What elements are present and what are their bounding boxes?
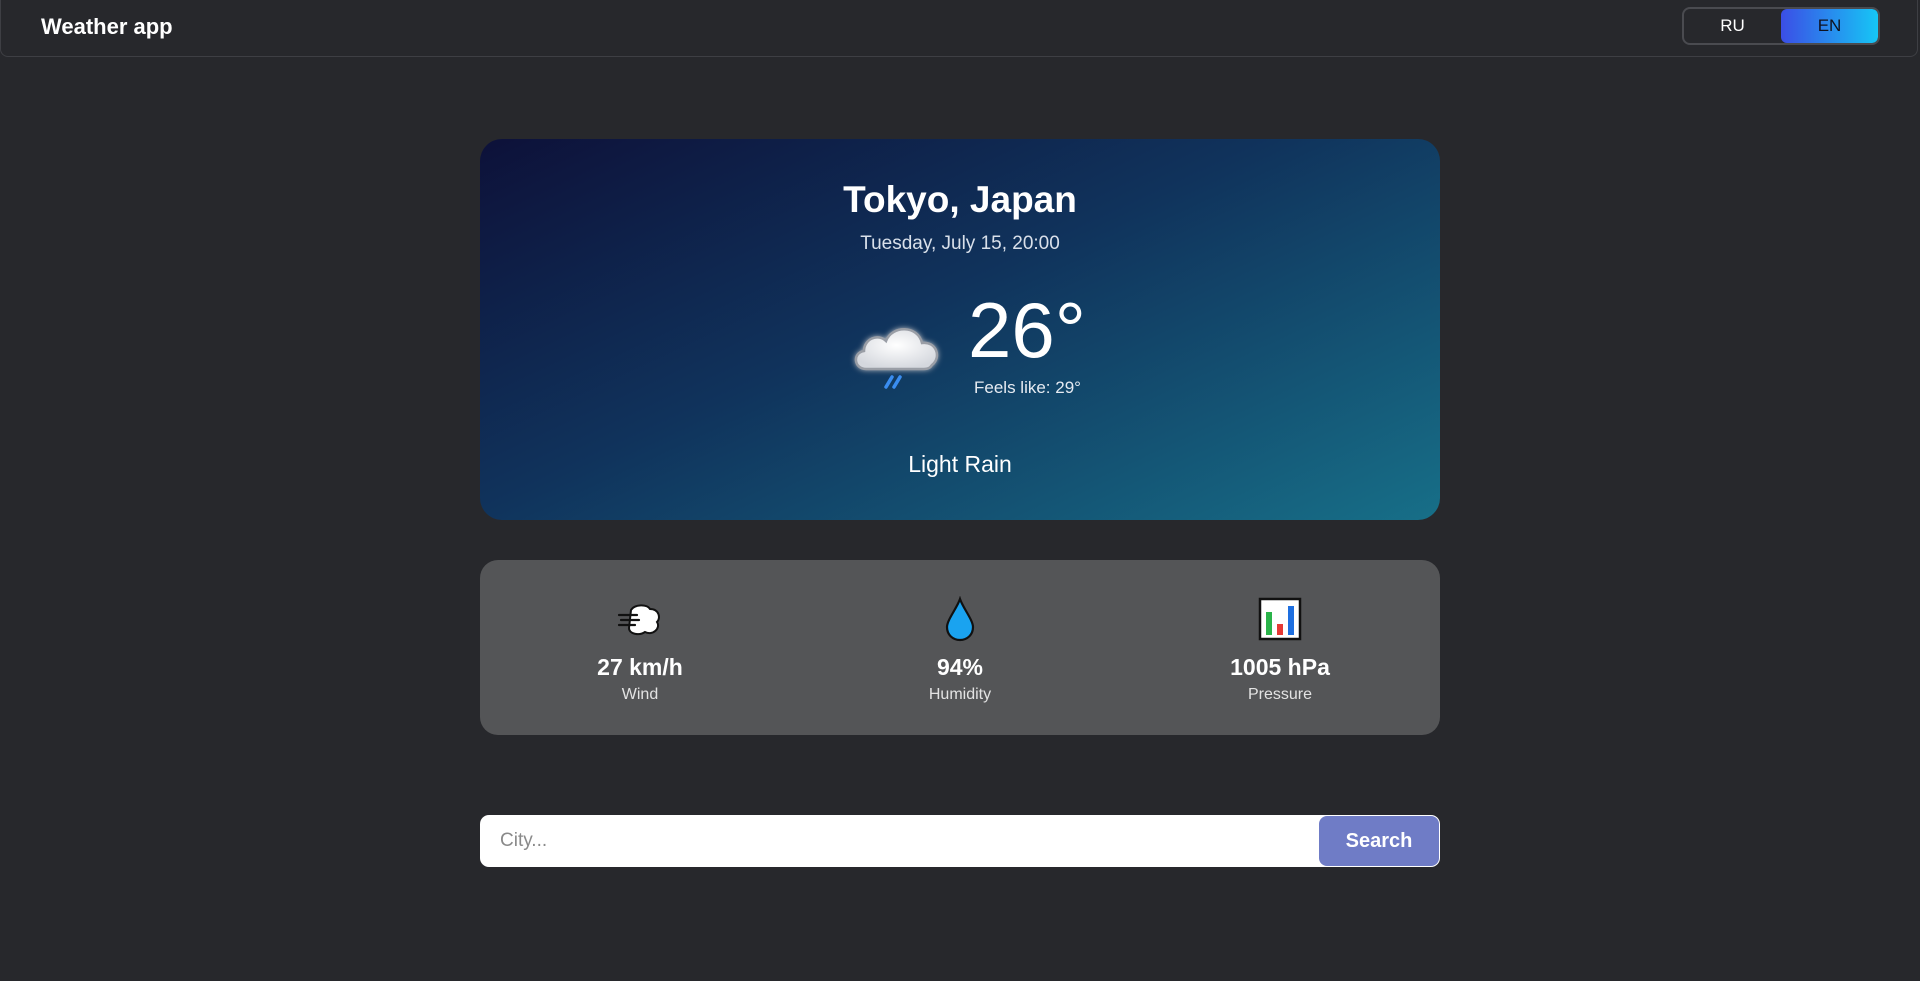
pressure-value: 1005 hPa xyxy=(1230,654,1330,680)
stat-wind: 27 km/h Wind xyxy=(480,560,800,735)
lang-button-ru[interactable]: RU xyxy=(1684,9,1781,43)
humidity-label: Humidity xyxy=(928,686,992,703)
app-title: Weather app xyxy=(41,14,173,39)
city-search-input[interactable] xyxy=(480,815,1316,867)
lang-button-en[interactable]: EN xyxy=(1781,9,1878,43)
wind-icon xyxy=(617,596,663,642)
app-header: Weather app RU EN xyxy=(0,0,1918,57)
temperature: 26° xyxy=(968,286,1086,374)
stat-humidity: 94% Humidity xyxy=(800,560,1120,735)
search-bar: Search xyxy=(480,815,1440,867)
droplet-icon xyxy=(937,595,983,642)
bar-chart-icon xyxy=(1257,596,1303,642)
wind-value: 27 km/h xyxy=(597,654,683,680)
city-name: Tokyo, Japan xyxy=(843,179,1077,220)
weather-condition: Light Rain xyxy=(908,451,1012,477)
search-button[interactable]: Search xyxy=(1319,816,1439,866)
wind-label: Wind xyxy=(621,686,659,703)
stat-pressure: 1005 hPa Pressure xyxy=(1120,560,1440,735)
cloud-rain-icon xyxy=(848,311,948,401)
language-switch: RU EN xyxy=(1682,7,1880,45)
date-time: Tuesday, July 15, 20:00 xyxy=(860,233,1060,254)
current-weather-card: Tokyo, Japan Tuesday, July 15, 20:00 26°… xyxy=(480,139,1440,520)
weather-stats-card: 27 km/h Wind 94% Humidity 1005 hPa Press… xyxy=(480,560,1440,735)
humidity-value: 94% xyxy=(936,654,984,680)
pressure-label: Pressure xyxy=(1247,686,1313,703)
feels-like: Feels like: 29° xyxy=(974,378,1081,397)
